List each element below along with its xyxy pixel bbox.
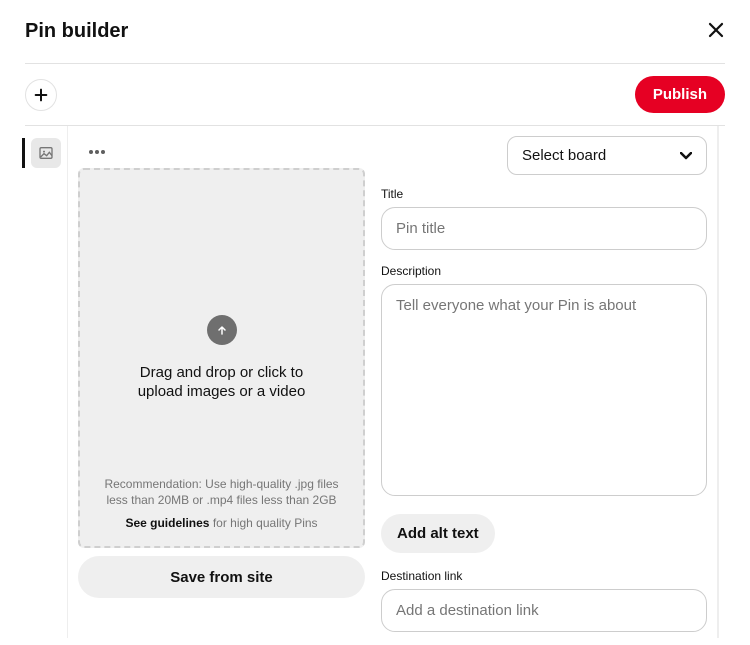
pin-thumbnail-button[interactable] xyxy=(31,138,61,168)
toolbar: Publish xyxy=(0,64,750,125)
main: Drag and drop or click to upload images … xyxy=(0,126,750,638)
board-select[interactable]: Select board xyxy=(507,136,707,175)
image-icon xyxy=(38,145,54,161)
ellipsis-icon xyxy=(88,149,106,155)
upload-icon xyxy=(207,315,237,345)
scrollbar[interactable] xyxy=(718,126,728,638)
guidelines-text: for high quality Pins xyxy=(209,516,317,530)
add-alt-text-button[interactable]: Add alt text xyxy=(381,514,495,553)
upload-instruction: Drag and drop or click to upload images … xyxy=(122,363,322,402)
guidelines-line: See guidelines for high quality Pins xyxy=(94,515,349,532)
upload-dropzone[interactable]: Drag and drop or click to upload images … xyxy=(78,168,365,548)
plus-icon xyxy=(33,87,49,103)
destination-input[interactable] xyxy=(381,589,707,632)
chevron-down-icon xyxy=(680,149,692,163)
save-from-site-button[interactable]: Save from site xyxy=(78,556,365,598)
title-input[interactable] xyxy=(381,207,707,250)
header: Pin builder xyxy=(0,0,750,63)
description-input[interactable] xyxy=(381,284,707,496)
destination-label: Destination link xyxy=(381,569,707,583)
left-column: Drag and drop or click to upload images … xyxy=(78,136,365,638)
upload-recommendation: Recommendation: Use high-quality .jpg fi… xyxy=(94,476,349,510)
right-column: Select board Title Description Add alt t… xyxy=(381,136,707,638)
upload-footer: Recommendation: Use high-quality .jpg fi… xyxy=(94,476,349,532)
description-label: Description xyxy=(381,264,707,278)
more-options-button[interactable] xyxy=(78,136,365,168)
close-icon[interactable] xyxy=(707,21,725,43)
pin-editor-card: Drag and drop or click to upload images … xyxy=(67,126,718,638)
page-title: Pin builder xyxy=(25,20,128,43)
guidelines-link[interactable]: See guidelines xyxy=(125,516,209,530)
publish-button[interactable]: Publish xyxy=(635,76,725,113)
board-select-label: Select board xyxy=(522,147,606,164)
title-label: Title xyxy=(381,187,707,201)
add-pin-button[interactable] xyxy=(25,79,57,111)
